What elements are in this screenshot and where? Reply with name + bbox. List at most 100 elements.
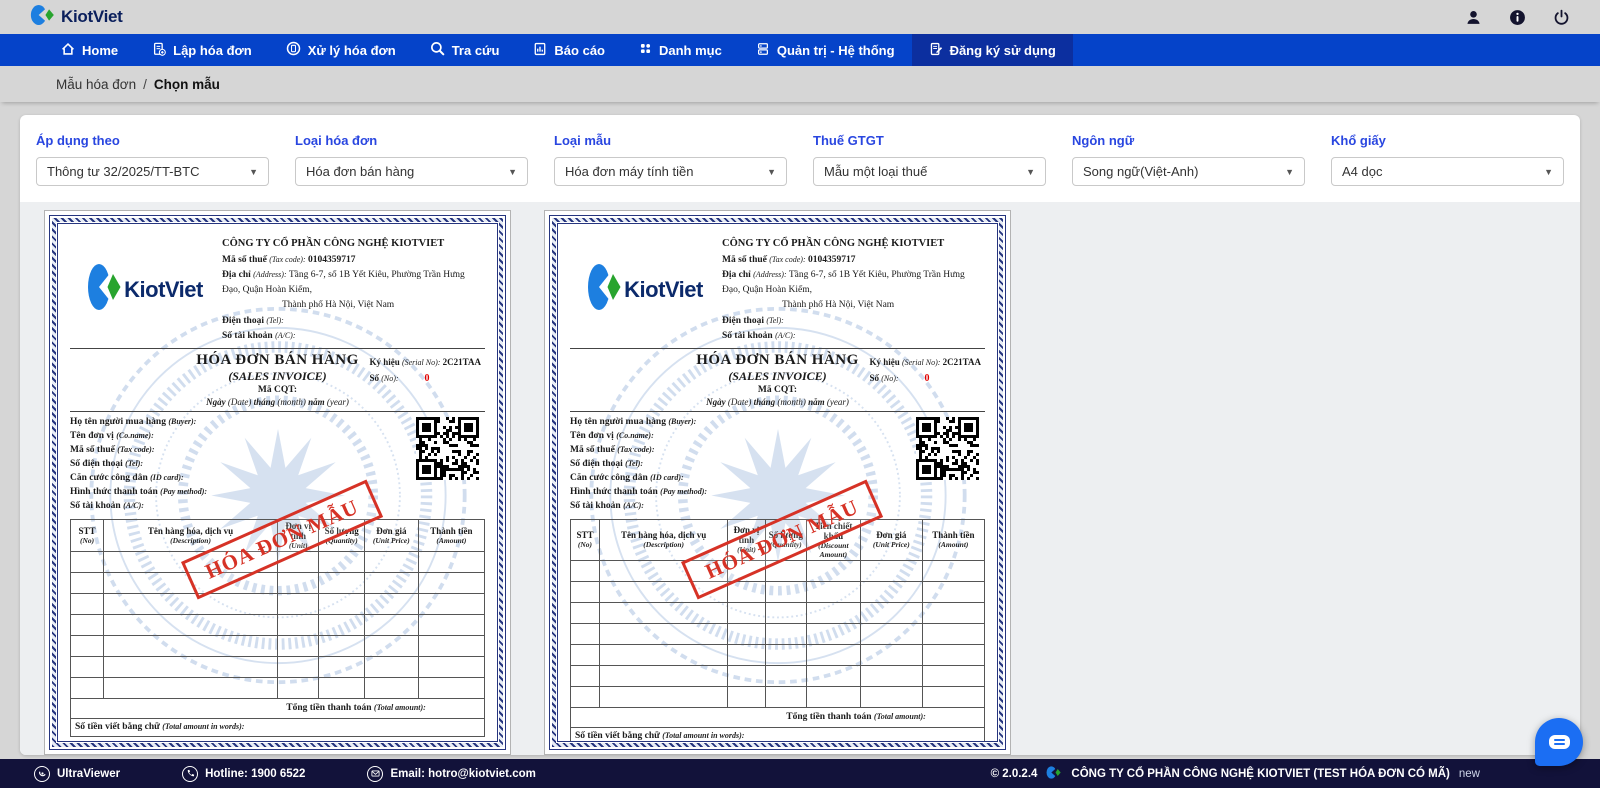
table-cell-empty	[764, 664, 807, 687]
table-cell-empty	[805, 622, 861, 645]
filter-select-loai-mau[interactable]: Hóa đơn máy tính tiền ▼	[554, 157, 787, 186]
table-cell-empty	[69, 634, 105, 657]
date-vi: năm	[805, 396, 827, 407]
table-cell-empty	[570, 559, 600, 582]
invoice-no-value: 0	[424, 373, 430, 385]
table-cell-empty	[921, 664, 986, 687]
footer-ultraviewer[interactable]: UltraViewer	[34, 765, 120, 782]
filter-select-ap-dung-theo[interactable]: Thông tư 32/2025/TT-BTC ▼	[36, 157, 269, 186]
kiotviet-logo-icon	[587, 262, 621, 317]
invoice-header: KiotViet CÔNG TY CỔ PHẦN CÔNG NGHỆ KIOTVI…	[70, 236, 485, 344]
table-row	[570, 580, 986, 603]
nav-item-dang-ky-su-dung[interactable]: Đăng ký sử dụng	[911, 34, 1073, 66]
table-cell-empty	[859, 685, 923, 708]
chat-fab-button[interactable]	[1535, 718, 1583, 766]
label-en: (Tax code):	[269, 254, 306, 264]
email-icon	[367, 765, 384, 782]
amount-in-words-cell: Số tiền viết bằng chữ (Total amount in w…	[570, 726, 985, 741]
date-en: (month)	[777, 396, 806, 407]
table-cell-empty	[318, 571, 365, 594]
column-label-en: (No)	[577, 540, 593, 550]
nav-item-danh-muc[interactable]: Danh mục	[622, 34, 739, 66]
filter-select-kho-giay[interactable]: A4 dọc ▼	[1331, 157, 1564, 186]
date-en: (year)	[326, 396, 349, 407]
table-cell-empty	[570, 664, 600, 687]
invoice-preview-1[interactable]: KiotViet CÔNG TY CỔ PHẦN CÔNG NGHỆ KIOTVI…	[44, 210, 511, 755]
buyer-field-vi: Mã số thuế	[70, 445, 118, 456]
filter-value: Hóa đơn bán hàng	[306, 164, 415, 179]
filter-value: Mẫu một loại thuế	[824, 164, 928, 179]
account-icon[interactable]	[1464, 8, 1482, 26]
column-label-en: (No)	[79, 535, 95, 545]
buyer-field-vi: Tên đơn vị	[70, 431, 117, 442]
date-line: Ngày (Date) tháng (month) năm (year)	[570, 397, 985, 407]
buyer-field: Hình thức thanh toán (Pay method):	[70, 485, 485, 499]
table-header-cell: Thành tiền (Amount)	[417, 518, 486, 552]
company-account-line: Số tài khoản (A/C):	[722, 329, 985, 344]
table-cell-empty	[363, 676, 419, 699]
footer-label: Email: hotro@kiotviet.com	[390, 767, 536, 780]
power-icon[interactable]	[1552, 8, 1570, 26]
footer-bar: UltraViewer Hotline: 1900 6522 Email: ho…	[0, 759, 1600, 788]
invoice-content: KiotViet CÔNG TY CỔ PHẦN CÔNG NGHỆ KIOTVI…	[558, 224, 997, 741]
label-en: (Address):	[753, 269, 787, 279]
invoice-preview-2[interactable]: KiotViet CÔNG TY CỔ PHẦN CÔNG NGHỆ KIOTVI…	[544, 210, 1011, 755]
table-header-cell: STT (No)	[570, 518, 600, 561]
table-cell-empty	[570, 622, 600, 645]
table-cell-empty	[69, 676, 105, 699]
table-cell-empty	[805, 664, 861, 687]
footer-hotline[interactable]: Hotline: 1900 6522	[182, 765, 305, 782]
total-cell: Tổng tiền thanh toán (Total amount):	[570, 706, 985, 728]
table-cell-empty	[69, 571, 105, 594]
words-label-en: (Total amount in words):	[162, 722, 245, 732]
column-label-vi: STT	[78, 525, 96, 536]
invoice-frame: KiotViet CÔNG TY CỔ PHẦN CÔNG NGHỆ KIOTVI…	[49, 215, 506, 750]
serial-line: Ký hiệu (Serial No): 2C21TAA	[869, 355, 981, 370]
filter-select-loai-hoa-don[interactable]: Hóa đơn bán hàng ▼	[295, 157, 528, 186]
label-en: (Address):	[253, 269, 287, 279]
table-cell-empty	[363, 613, 419, 636]
info-icon[interactable]	[1508, 8, 1526, 26]
buyer-field-vi: Tên đơn vị	[570, 431, 617, 442]
nav-item-lap-hoa-don[interactable]: Lập hóa đơn	[135, 34, 269, 66]
nav-item-xu-ly-hoa-don[interactable]: Xử lý hóa đơn	[269, 34, 413, 66]
label-vi: Địa chỉ	[722, 269, 754, 280]
nav-item-quan-tri-he-thong[interactable]: Quản trị - Hệ thống	[739, 34, 912, 66]
buyer-field-vi: Căn cước công dân	[70, 473, 151, 484]
total-label: Tổng tiền thanh toán	[786, 712, 874, 723]
qr-code	[916, 416, 979, 480]
breadcrumb-separator: /	[143, 76, 147, 92]
label-vi: Mã số thuế	[722, 254, 770, 265]
date-vi: Ngày	[206, 396, 228, 407]
filter-bar: Áp dụng theo Thông tư 32/2025/TT-BTC ▼ L…	[20, 115, 1580, 202]
report-icon	[533, 42, 547, 59]
company-address-line: Địa chỉ (Address): Tầng 6-7, số 1B Yết K…	[222, 268, 485, 298]
buyer-field-en: (Pay method):	[660, 487, 708, 497]
breadcrumb-parent[interactable]: Mẫu hóa đơn	[56, 77, 136, 92]
buyer-field-vi: Mã số thuế	[570, 445, 618, 456]
divider	[70, 410, 485, 412]
buyer-field: Số tài khoản (A/C):	[70, 499, 485, 513]
table-cell-empty	[727, 685, 766, 708]
nav-item-home[interactable]: Home	[44, 34, 135, 66]
footer-email[interactable]: Email: hotro@kiotviet.com	[367, 765, 536, 782]
footer-company-suffix: new	[1458, 767, 1480, 780]
label-vi: Điện thoại	[222, 315, 267, 326]
qr-code	[416, 416, 479, 480]
table-cell-empty	[103, 655, 278, 678]
table-cell-empty	[764, 601, 807, 624]
amount-in-words-row: Số tiền viết bằng chữ (Total amount in w…	[570, 726, 985, 741]
table-cell-empty	[363, 592, 419, 615]
table-cell-empty	[859, 622, 923, 645]
filter-select-ngon-ngu[interactable]: Song ngữ(Việt-Anh) ▼	[1072, 157, 1305, 186]
buyer-field-en: (Buyer):	[668, 416, 697, 426]
nav-item-bao-cao[interactable]: Báo cáo	[516, 34, 622, 66]
nav-item-tra-cuu[interactable]: Tra cứu	[413, 34, 517, 66]
label-en: (No):	[381, 374, 399, 384]
column-label-en: (Amount)	[938, 540, 969, 550]
table-cell-empty	[103, 676, 278, 699]
filter-select-thue-gtgt[interactable]: Mẫu một loại thuế ▼	[813, 157, 1046, 186]
label-value: 0104359717	[805, 254, 856, 265]
invoice-title-block: HÓA ĐƠN BÁN HÀNG (SALES INVOICE) Mã CQT: Ng…	[70, 352, 485, 407]
table-cell-empty	[103, 613, 278, 636]
